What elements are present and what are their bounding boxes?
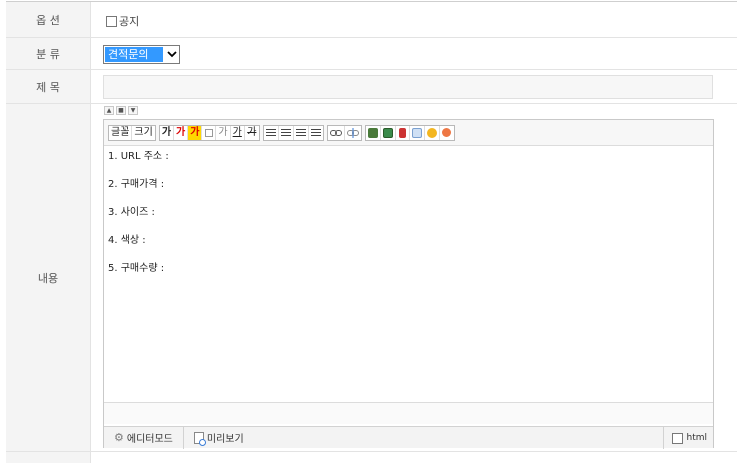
editor-mode-label: 에디터모드 bbox=[126, 434, 173, 445]
option-value: 공지 bbox=[92, 2, 737, 37]
category-label: 분 류 bbox=[6, 38, 91, 69]
editor-toolbar: 글꼴 크기 가 가 가 가 가 가 bbox=[104, 120, 713, 146]
text-style-group: 가 가 가 가 가 가 bbox=[158, 124, 260, 141]
category-value: 견적문의 bbox=[92, 38, 737, 69]
option-label: 옵 션 bbox=[6, 2, 91, 37]
content-value: ▲ ■ ▼ 글꼴 크기 가 가 가 가 가 가 1. URL 주소: 2. 구… bbox=[92, 104, 737, 451]
editor-resize-bar[interactable] bbox=[104, 402, 713, 424]
file-icon[interactable] bbox=[410, 125, 425, 140]
underline-button[interactable]: 가 bbox=[231, 125, 245, 140]
link-group bbox=[326, 124, 362, 141]
bold-button[interactable]: 가 bbox=[160, 125, 175, 140]
category-selected: 견적문의 bbox=[105, 47, 163, 62]
font-button[interactable]: 글꼴 bbox=[109, 125, 133, 140]
align-justify-icon[interactable] bbox=[309, 126, 323, 140]
checkbox-icon[interactable] bbox=[106, 15, 117, 27]
subject-row: 제 목 bbox=[6, 70, 737, 104]
notice-checkbox[interactable]: 공지 bbox=[106, 13, 139, 29]
editor-content[interactable]: 1. URL 주소 : 2. 구매가격 : 3. 사이즈 : 4. 색상 : 5… bbox=[108, 150, 708, 400]
flash-icon[interactable] bbox=[396, 125, 410, 140]
expand-down-icon[interactable]: ▼ bbox=[128, 106, 138, 115]
notice-label: 공지 bbox=[119, 15, 140, 28]
post-form: 옵 션 공지 분 류 견적문의 제 목 내용 ▲ ■ ▼ 글꼴 크기 가 가 가… bbox=[6, 1, 737, 463]
content-line: 3. 사이즈 : bbox=[108, 207, 155, 218]
subject-value bbox=[92, 70, 737, 103]
bottom-label bbox=[6, 452, 91, 463]
editor-footer: ⚙ 에디터모드 미리보기 html bbox=[104, 426, 713, 449]
font-color-button[interactable]: 가 bbox=[174, 125, 189, 140]
image-icon[interactable] bbox=[381, 125, 396, 140]
font-group: 글꼴 크기 bbox=[108, 124, 156, 141]
align-left-icon[interactable] bbox=[264, 125, 279, 140]
content-line: 4. 색상 : bbox=[108, 235, 146, 246]
category-select[interactable]: 견적문의 bbox=[103, 45, 180, 64]
editor-mode-button[interactable]: ⚙ 에디터모드 bbox=[104, 426, 184, 449]
option-row: 옵 션 공지 bbox=[6, 2, 737, 38]
align-center-icon[interactable] bbox=[279, 125, 294, 140]
highlight-button[interactable]: 가 bbox=[188, 125, 203, 140]
unlink-icon[interactable] bbox=[345, 126, 361, 140]
html-checkbox[interactable]: html bbox=[663, 427, 707, 449]
content-line: 5. 구매수량 : bbox=[108, 263, 165, 274]
html-label: html bbox=[686, 433, 707, 443]
gear-icon: ⚙ bbox=[114, 431, 124, 444]
strike-button[interactable]: 가 bbox=[245, 126, 259, 140]
subject-label: 제 목 bbox=[6, 70, 91, 103]
rich-text-editor: 글꼴 크기 가 가 가 가 가 가 1. URL 주소: 2. 구매가격: … bbox=[103, 119, 714, 449]
preview-icon bbox=[193, 431, 206, 446]
preview-button[interactable]: 미리보기 bbox=[184, 427, 254, 449]
content-label: 내용 bbox=[6, 104, 91, 451]
italic-button[interactable]: 가 bbox=[216, 125, 231, 140]
align-right-icon[interactable] bbox=[294, 125, 309, 140]
preview-label: 미리보기 bbox=[206, 434, 244, 445]
align-group bbox=[262, 124, 324, 141]
chevron-down-icon[interactable] bbox=[164, 46, 179, 63]
font-size-button[interactable]: 크기 bbox=[132, 126, 154, 140]
shrink-up-icon[interactable]: ▲ bbox=[104, 106, 114, 115]
category-row: 분 류 견적문의 bbox=[6, 38, 737, 70]
subject-input[interactable] bbox=[103, 75, 713, 99]
content-row: 내용 ▲ ■ ▼ 글꼴 크기 가 가 가 가 가 가 1. URL 주소: 2… bbox=[6, 104, 737, 452]
emoticon-icon[interactable] bbox=[425, 125, 440, 140]
clear-format-icon[interactable] bbox=[440, 126, 454, 140]
content-line: 1. URL 주소 : bbox=[108, 151, 169, 162]
editor-resize-controls: ▲ ■ ▼ bbox=[104, 106, 138, 115]
link-icon[interactable] bbox=[328, 125, 345, 140]
movie-icon[interactable] bbox=[366, 125, 381, 140]
reset-size-icon[interactable]: ■ bbox=[116, 106, 126, 115]
checkbox-icon[interactable] bbox=[672, 432, 684, 444]
insert-group bbox=[364, 124, 455, 141]
bottom-row bbox=[6, 452, 737, 463]
content-line: 2. 구매가격 : bbox=[108, 179, 165, 190]
box-icon[interactable] bbox=[202, 125, 217, 140]
